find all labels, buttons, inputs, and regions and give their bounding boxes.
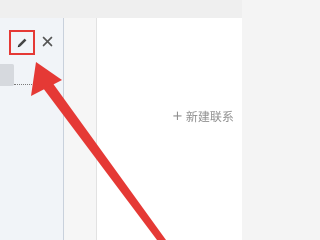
new-contact-button[interactable]: + 新建联系 <box>172 108 234 125</box>
detail-panel: + 新建联系 <box>96 18 242 240</box>
panel-gap <box>64 18 96 240</box>
edit-button[interactable] <box>9 30 35 55</box>
contact-list-panel <box>0 18 64 240</box>
contact-avatar[interactable] <box>0 64 14 86</box>
close-button[interactable] <box>40 34 54 48</box>
top-bar <box>0 0 242 18</box>
plus-icon: + <box>172 109 183 124</box>
divider <box>14 84 36 85</box>
new-contact-label: 新建联系 <box>185 110 234 124</box>
panel-header <box>0 18 63 66</box>
close-icon <box>42 32 53 51</box>
pencil-icon <box>15 36 29 50</box>
